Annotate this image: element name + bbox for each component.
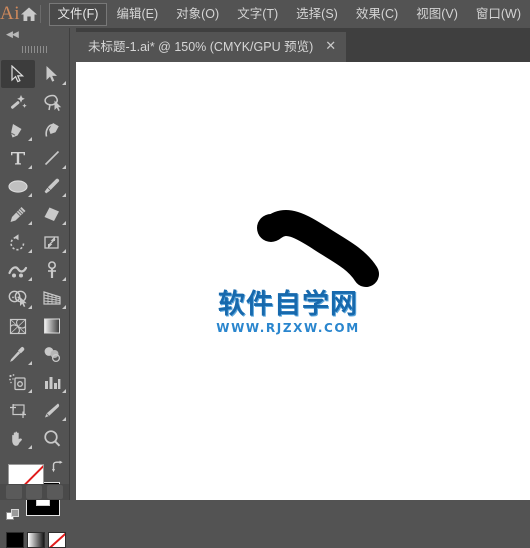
tool-flyout-indicator bbox=[62, 277, 66, 281]
tool-pen[interactable] bbox=[1, 116, 35, 144]
tool-type[interactable] bbox=[1, 144, 35, 172]
tool-width[interactable] bbox=[1, 256, 35, 284]
tool-flyout-indicator bbox=[28, 221, 32, 225]
tool-direct-selection[interactable] bbox=[35, 60, 69, 88]
menu-item-object[interactable]: 对象(O) bbox=[167, 3, 228, 26]
gradient-mode-button[interactable] bbox=[27, 532, 45, 548]
tool-lasso[interactable] bbox=[35, 88, 69, 116]
menu-item-type[interactable]: 文字(T) bbox=[228, 3, 287, 26]
tool-ellipse[interactable] bbox=[1, 172, 35, 200]
tool-artboard[interactable] bbox=[1, 396, 35, 424]
tool-pencil[interactable] bbox=[1, 200, 35, 228]
tool-flyout-indicator bbox=[28, 277, 32, 281]
illustrator-window: Ai 文件(F) 编辑(E) 对象(O) 文字(T) 选择(S) 效果(C) 视… bbox=[0, 0, 530, 500]
ai-logo: Ai bbox=[0, 0, 20, 28]
tool-mesh[interactable] bbox=[1, 312, 35, 340]
document-tab-title: 未标题-1.ai* @ 150% (CMYK/GPU 预览) bbox=[88, 32, 313, 62]
tool-grid bbox=[0, 56, 69, 452]
menu-item-effect[interactable]: 效果(C) bbox=[347, 3, 407, 26]
swap-fill-stroke-icon[interactable] bbox=[51, 460, 65, 474]
document-tab[interactable]: 未标题-1.ai* @ 150% (CMYK/GPU 预览) ✕ bbox=[76, 32, 346, 62]
tool-blend[interactable] bbox=[35, 340, 69, 368]
tool-eraser[interactable] bbox=[35, 200, 69, 228]
tool-selection[interactable] bbox=[1, 60, 35, 88]
tool-column-graph[interactable] bbox=[35, 368, 69, 396]
menu-bar: Ai 文件(F) 编辑(E) 对象(O) 文字(T) 选择(S) 效果(C) 视… bbox=[0, 0, 530, 28]
tool-flyout-indicator bbox=[62, 417, 66, 421]
menu-item-list: 文件(F) 编辑(E) 对象(O) 文字(T) 选择(S) 效果(C) 视图(V… bbox=[49, 3, 530, 26]
tool-perspective-grid[interactable] bbox=[35, 284, 69, 312]
tool-slice[interactable] bbox=[35, 396, 69, 424]
menu-item-window[interactable]: 窗口(W) bbox=[467, 3, 530, 26]
tool-flyout-indicator bbox=[62, 305, 66, 309]
screen-mode-fullscreen-menu[interactable] bbox=[26, 485, 42, 499]
black-brush-stroke-path[interactable] bbox=[76, 62, 530, 500]
color-mode-button[interactable] bbox=[6, 532, 24, 548]
panel-drag-handle[interactable] bbox=[0, 42, 69, 56]
home-icon[interactable] bbox=[20, 6, 38, 22]
tool-eyedropper[interactable] bbox=[1, 340, 35, 368]
tool-flyout-indicator bbox=[62, 389, 66, 393]
tool-flyout-indicator bbox=[28, 165, 32, 169]
tool-paintbrush[interactable] bbox=[35, 172, 69, 200]
screen-mode-buttons bbox=[0, 484, 69, 500]
document-tab-bar: 未标题-1.ai* @ 150% (CMYK/GPU 预览) ✕ bbox=[76, 28, 530, 62]
menu-item-select[interactable]: 选择(S) bbox=[287, 3, 347, 26]
paint-mode-buttons bbox=[6, 532, 66, 548]
watermark: 软件自学网 WWW.RJZXW.COM bbox=[208, 290, 368, 335]
tool-hand[interactable] bbox=[1, 424, 35, 452]
tool-shape-builder[interactable] bbox=[1, 284, 35, 312]
tool-free-transform[interactable] bbox=[35, 256, 69, 284]
collapse-panel-icon[interactable]: ◀◀ bbox=[0, 28, 69, 42]
menu-item-edit[interactable]: 编辑(E) bbox=[107, 3, 167, 26]
document-canvas[interactable]: 软件自学网 WWW.RJZXW.COM bbox=[76, 62, 530, 500]
close-icon[interactable]: ✕ bbox=[325, 40, 336, 54]
tool-flyout-indicator bbox=[28, 389, 32, 393]
tool-flyout-indicator bbox=[28, 193, 32, 197]
tool-flyout-indicator bbox=[62, 221, 66, 225]
watermark-title: 软件自学网 bbox=[208, 290, 368, 320]
tool-symbol-sprayer[interactable] bbox=[1, 368, 35, 396]
tool-magic-wand[interactable] bbox=[1, 88, 35, 116]
tool-flyout-indicator bbox=[62, 193, 66, 197]
tool-flyout-indicator bbox=[62, 81, 66, 85]
screen-mode-fullscreen[interactable] bbox=[47, 485, 63, 499]
tool-line-segment[interactable] bbox=[35, 144, 69, 172]
none-mode-button[interactable] bbox=[48, 532, 66, 548]
tool-flyout-indicator bbox=[62, 249, 66, 253]
fill-stroke-controls bbox=[0, 458, 69, 544]
menu-item-file[interactable]: 文件(F) bbox=[49, 3, 108, 26]
tool-zoom[interactable] bbox=[35, 424, 69, 452]
tool-flyout-indicator bbox=[28, 361, 32, 365]
watermark-url: WWW.RJZXW.COM bbox=[208, 321, 368, 335]
tool-flyout-indicator bbox=[62, 165, 66, 169]
menu-item-view[interactable]: 视图(V) bbox=[407, 3, 467, 26]
tool-flyout-indicator bbox=[28, 445, 32, 449]
tool-flyout-indicator bbox=[28, 249, 32, 253]
tool-scale[interactable] bbox=[35, 228, 69, 256]
tool-flyout-indicator bbox=[28, 305, 32, 309]
default-fill-stroke-icon[interactable] bbox=[6, 508, 20, 522]
tool-gradient[interactable] bbox=[35, 312, 69, 340]
tool-curvature[interactable] bbox=[35, 116, 69, 144]
screen-mode-normal[interactable] bbox=[6, 485, 22, 499]
tool-rotate[interactable] bbox=[1, 228, 35, 256]
tools-panel: ◀◀ bbox=[0, 28, 70, 500]
tool-flyout-indicator bbox=[28, 137, 32, 141]
